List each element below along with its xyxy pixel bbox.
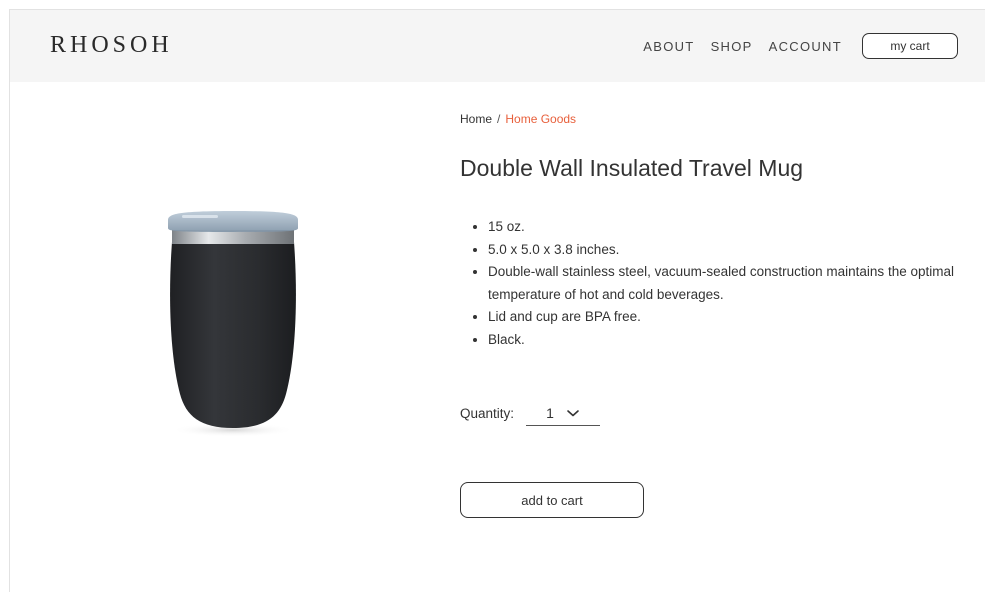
quantity-label: Quantity: (460, 405, 515, 421)
travel-mug-image (168, 211, 298, 437)
nav-about-link[interactable]: ABOUT (643, 39, 694, 54)
site-header: RHOSOH ABOUT SHOP ACCOUNT my cart (10, 10, 985, 82)
site-logo[interactable]: RHOSOH (50, 32, 173, 59)
quantity-select[interactable]: 1 (526, 400, 601, 426)
add-to-cart-button[interactable]: add to cart (460, 482, 644, 518)
breadcrumb-home-goods-link[interactable]: Home Goods (505, 112, 576, 126)
breadcrumb-home-link[interactable]: Home (460, 112, 492, 126)
product-title: Double Wall Insulated Travel Mug (460, 155, 804, 181)
breadcrumb-separator: / (497, 112, 501, 126)
page-frame: RHOSOH ABOUT SHOP ACCOUNT my cart Home /… (9, 9, 985, 592)
product-features: 15 oz. 5.0 x 5.0 x 3.8 inches. Double-wa… (460, 216, 958, 351)
feature-item: Black. (488, 329, 958, 352)
feature-item: Double-wall stainless steel, vacuum-seal… (488, 261, 958, 306)
breadcrumb: Home / Home Goods (460, 112, 576, 126)
product-image (162, 206, 304, 438)
main-nav: ABOUT SHOP ACCOUNT my cart (643, 32, 958, 60)
feature-item: 5.0 x 5.0 x 3.8 inches. (488, 239, 958, 262)
feature-item: Lid and cup are BPA free. (488, 306, 958, 329)
quantity-row: Quantity: 1 (460, 400, 601, 426)
nav-shop-link[interactable]: SHOP (711, 39, 753, 54)
nav-account-link[interactable]: ACCOUNT (769, 39, 842, 54)
my-cart-button[interactable]: my cart (862, 33, 958, 59)
chevron-down-icon (567, 409, 579, 416)
quantity-value: 1 (546, 404, 554, 421)
feature-item: 15 oz. (488, 216, 958, 239)
